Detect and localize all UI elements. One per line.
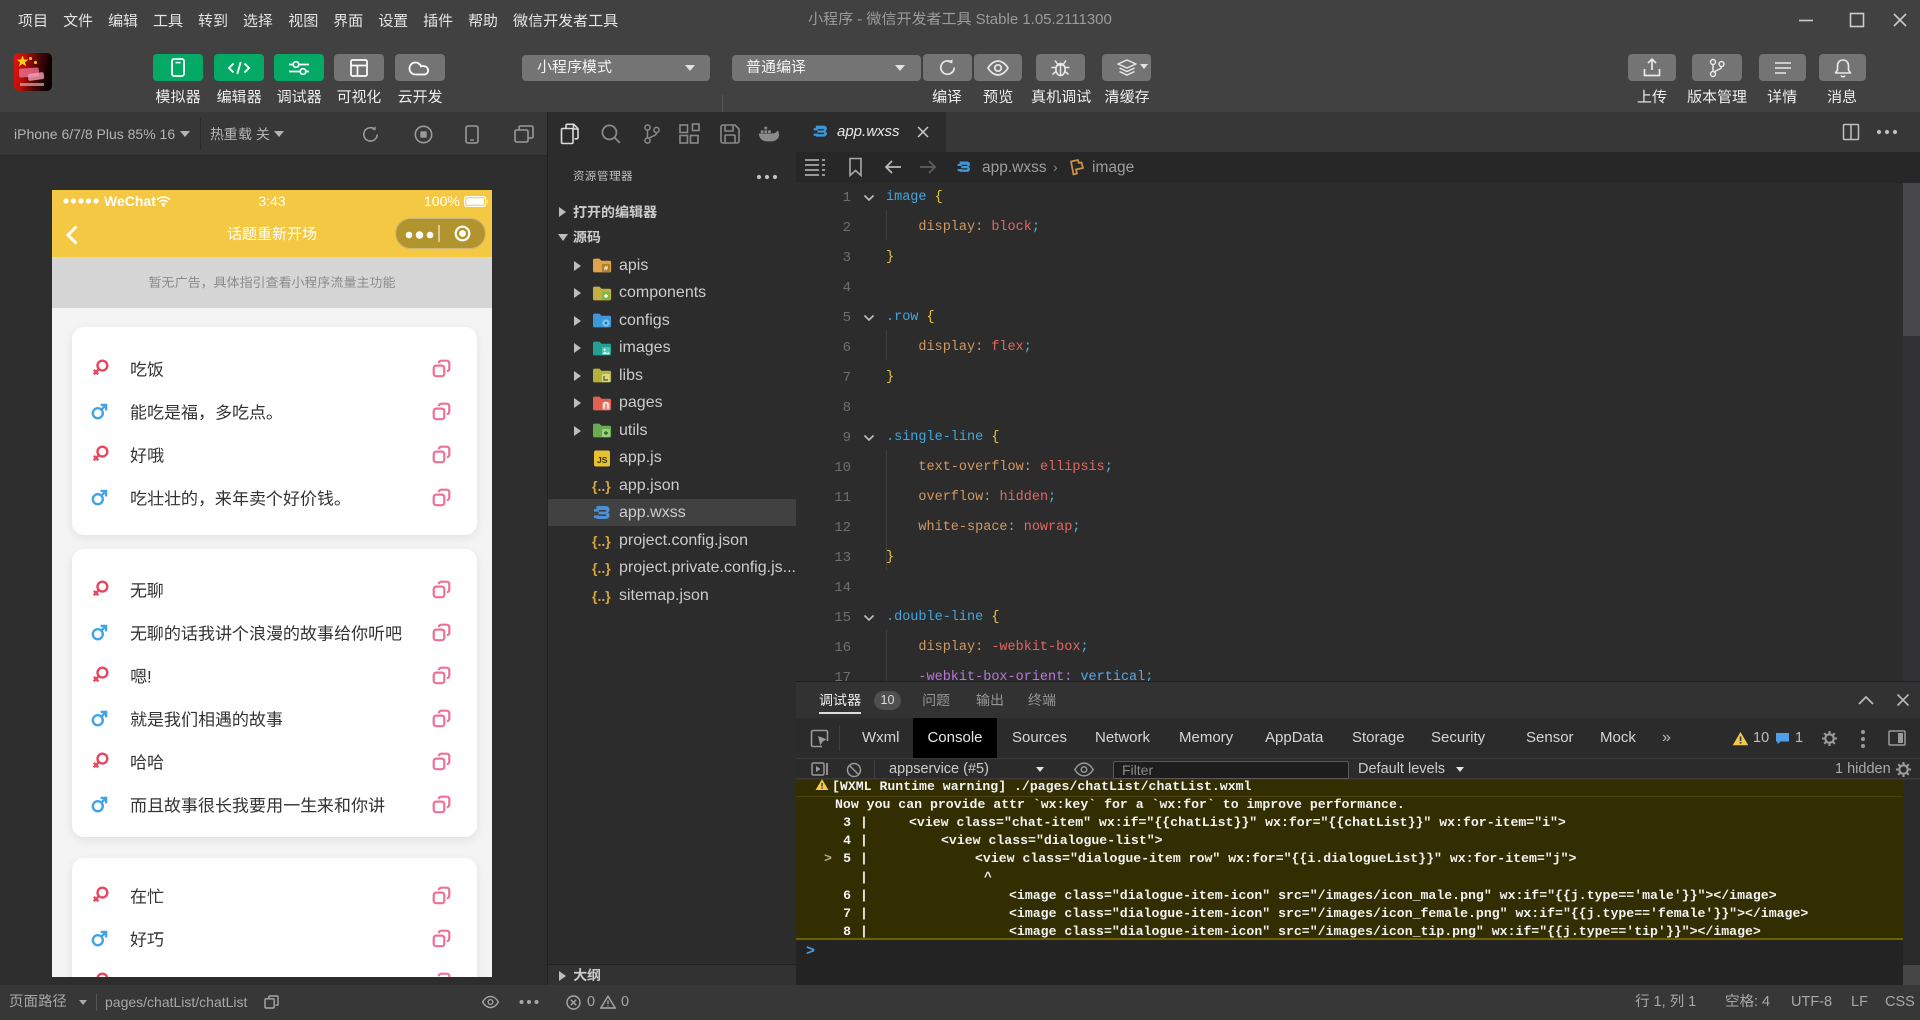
svg-text:JS: JS — [597, 455, 608, 465]
